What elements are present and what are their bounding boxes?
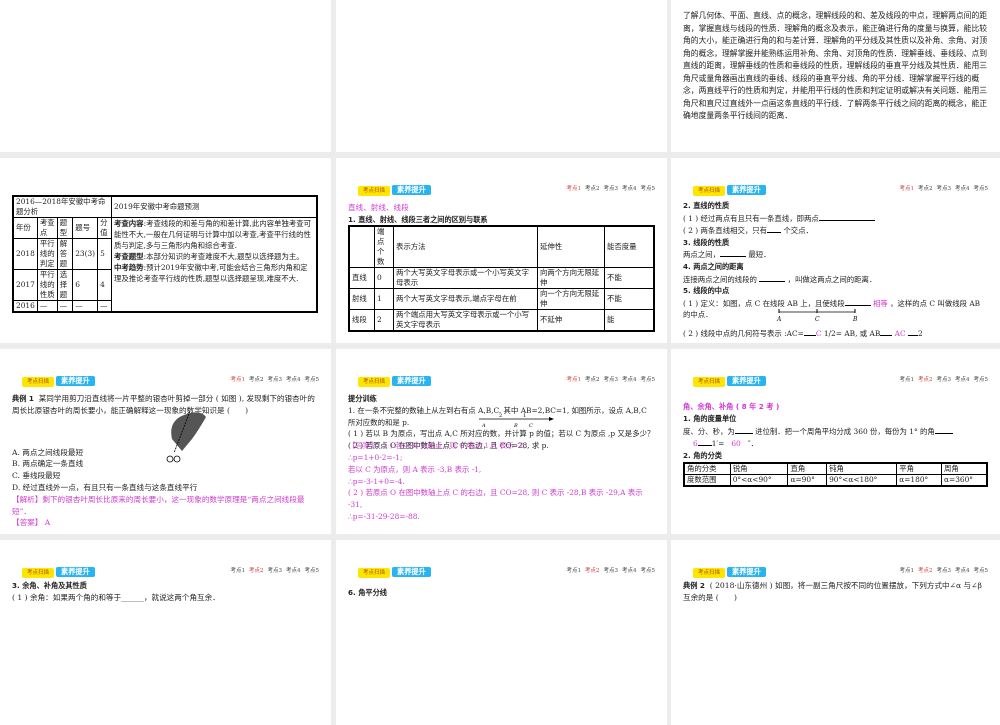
slide-header: 考点扫描 素养提升 考点1 考点2 考点3 考点4 考点5 (358, 375, 655, 387)
point-nav: 考点1 考点2 考点3 考点4 考点5 (566, 377, 656, 383)
point-nav: 考点1 考点2 考点3 考点4 考点5 (230, 377, 320, 383)
option-d: D. 经过直线外一点，有且只有一条直线与这条直线平行 (12, 482, 198, 492)
tag-improve[interactable]: 素养提升 (392, 376, 431, 386)
slide-header: 考点扫描 素养提升 考点1 考点2 考点3 考点4 考点5 (693, 566, 988, 578)
tag-scan[interactable]: 考点扫描 (693, 186, 726, 196)
tag-scan[interactable]: 考点扫描 (22, 377, 55, 387)
segment-diagram: ACB (776, 309, 858, 323)
point-nav: 考点1 考点2 考点3 考点4 考点5 (899, 377, 989, 383)
slide-thumbnail[interactable] (0, 0, 331, 152)
lines-table: 端点个数 表示方法 延伸性 能否度量 直线 0 两个大写英文字母表示或一个小写英文字母表示… (348, 225, 655, 332)
tag-improve[interactable]: 素养提升 (727, 185, 766, 195)
svg-text:B: B (513, 423, 518, 428)
goals-text: 了解几何体、平面、直线、点的概念，理解线段的和、差及线段的中点，理解两点间的距离… (683, 11, 988, 120)
slide-properties[interactable]: 考点扫描 素养提升 考点1 考点2 考点3 考点4 考点5 2. 直线的性质 ( 1 ) … (671, 158, 1000, 343)
slide-angles[interactable]: 考点扫描 素养提升 考点1 考点2 考点3 考点4 考点5 角、余角、补角 ( 8 年 2… (671, 349, 1000, 534)
svg-text:A: A (776, 316, 782, 323)
slide-training[interactable]: 考点扫描 素养提升 考点1 考点2 考点3 考点4 考点5 提分训练 1. 在一条不完整的… (336, 349, 667, 534)
slide-goals[interactable]: 了解几何体、平面、直线、点的概念，理解线段的和、差及线段的中点，理解两点间的距离… (671, 0, 1000, 152)
section-title: 直线、射线、线段 (348, 203, 409, 212)
slide-header: 考点扫描 素养提升 考点1 考点2 考点3 考点4 考点5 (22, 375, 319, 387)
subtitle: 1. 直线、射线、线段三者之间的区别与联系 (348, 214, 488, 224)
slide-header: 考点扫描 素养提升 考点1 考点2 考点3 考点4 考点5 (22, 566, 319, 578)
slide-complement[interactable]: 考点扫描 素养提升 考点1 考点2 考点3 考点4 考点5 3. 余角、补角及其性质( 1… (0, 540, 331, 725)
slide-lines[interactable]: 考点扫描 素养提升 考点1 考点2 考点3 考点4 考点5 直线、射线、线段 1. 直线、… (336, 158, 667, 343)
table-row: 角的分类 锐角 直角 钝角 平角 周角 (683, 462, 988, 475)
slide-example-2[interactable]: 考点扫描 素养提升 考点1 考点2 考点3 考点4 考点5 典例 2 ( 2018·山东德… (671, 540, 1000, 725)
table-row: 直线 0 两个大写英文字母表示或一个小写英文字母表示 向两个方向无限延伸 不能 (348, 267, 655, 289)
tag-scan[interactable]: 考点扫描 (358, 186, 391, 196)
svg-text:C: C (529, 423, 533, 428)
tag-improve[interactable]: 素养提升 (727, 376, 766, 386)
number-line: A B C 2 1 (479, 413, 554, 428)
slide-header: 考点扫描 素养提升 考点1 考点2 考点3 考点4 考点5 (693, 184, 988, 196)
svg-text:1: 1 (523, 413, 526, 419)
tag-scan[interactable]: 考点扫描 (693, 377, 726, 387)
analysis-text: 【解析】剩下的银杏叶周长比原来的周长要小，这一现象的数学原理是“两点之间线段最短… (12, 494, 305, 516)
point-nav: 考点1 考点2 考点3 考点4 考点5 (899, 186, 989, 192)
slide-bisector[interactable]: 考点扫描 素养提升 考点1 考点2 考点3 考点4 考点5 6. 角平分线 (336, 540, 667, 725)
analysis-table: 2016—2018年安徽中考命题分析 2019年安徽中考命题预测 年份 考查点 题型题… (12, 195, 318, 313)
slide-header: 考点扫描 素养提升 考点1 考点2 考点3 考点4 考点5 (358, 184, 655, 196)
table-row: 线段 2 两个端点用大写英文字母表示或一个小写英文字母表示 不延伸能 (348, 309, 655, 332)
forecast-cell: 考查内容:考查线段的和差与角的和差计算,此内容单独考查可能性不大,一般在几何证明… (111, 217, 318, 313)
tag-scan[interactable]: 考点扫描 (358, 377, 391, 387)
slide-thumbnail[interactable] (336, 0, 667, 152)
slide-example-1[interactable]: 考点扫描 素养提升 考点1 考点2 考点3 考点4 考点5 典例 1 某同学用剪刀沿直线将… (0, 349, 331, 534)
angle-table: 角的分类 锐角 直角 钝角 平角 周角 度数范围 0°<α<90° α=90° 90°<α<18… (683, 461, 988, 487)
tag-improve[interactable]: 素养提升 (56, 376, 95, 386)
svg-text:B: B (852, 316, 858, 323)
svg-text:2: 2 (499, 413, 502, 419)
point-nav: 考点1 考点2 考点3 考点4 考点5 (566, 186, 656, 192)
tag-improve[interactable]: 素养提升 (392, 185, 431, 195)
slide-header: 考点扫描 素养提升 考点1 考点2 考点3 考点4 考点5 (693, 375, 988, 387)
option-c: C. 垂线段最短 (12, 471, 61, 481)
ginkgo-leaf-image (166, 411, 206, 463)
table-row: 射线 1 两个大写英文字母表示,端点字母在前 向一个方向无限延伸 不能 (348, 288, 655, 310)
slide-analysis[interactable]: 2016—2018年安徽中考命题分析 2019年安徽中考命题预测 年份 考查点 题型题… (0, 158, 331, 343)
slide-header: 考点扫描 素养提升 考点1 考点2 考点3 考点4 考点5 (358, 566, 655, 578)
table-row: 度数范围 0°<α<90° α=90° 90°<α<180° α=180° α=360° (683, 474, 988, 487)
svg-text:C: C (815, 316, 820, 323)
svg-text:A: A (481, 423, 486, 428)
